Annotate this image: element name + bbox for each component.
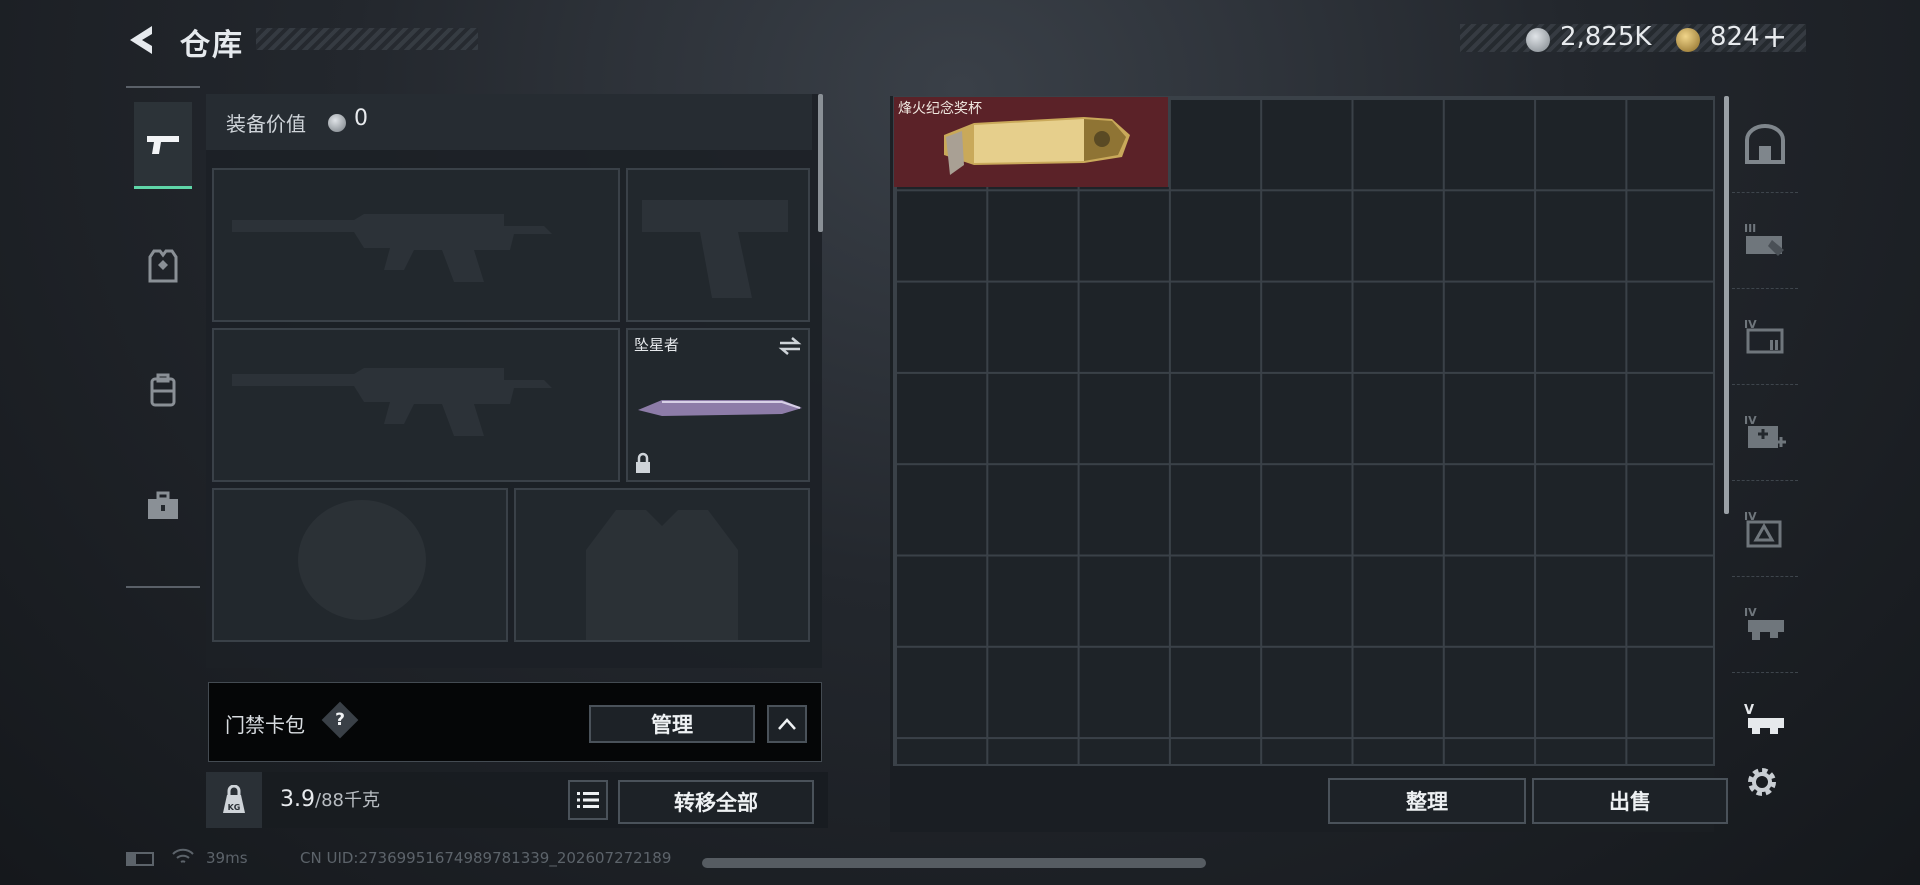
wifi-icon <box>172 848 194 863</box>
sort-button[interactable]: 整理 <box>1328 778 1526 824</box>
weight-current: 3.9 <box>280 787 315 812</box>
equipment-value-bar: 装备价值 0 <box>206 94 812 150</box>
settings-button[interactable] <box>1744 764 1780 804</box>
container-tab-tier-iv-gear[interactable]: IV <box>1732 480 1798 577</box>
home-indicator[interactable] <box>702 858 1206 868</box>
tab-weapons[interactable] <box>134 102 192 189</box>
list-view-button[interactable] <box>568 780 608 820</box>
gold-coin-icon <box>1676 28 1700 52</box>
pistol-silhouette-icon <box>642 200 788 298</box>
add-currency-button[interactable]: + <box>1762 20 1787 55</box>
melee-slot[interactable]: 坠星者 <box>626 328 810 482</box>
silver-coin-icon <box>1526 28 1550 52</box>
storage-grid[interactable] <box>893 96 1715 766</box>
equipment-scrollbar[interactable] <box>818 94 823 232</box>
page-title: 仓库 <box>180 28 244 63</box>
tier-iv-rifle-case-icon: IV <box>1744 606 1784 640</box>
body-armor-slot[interactable] <box>514 488 810 642</box>
battery-icon <box>126 852 154 866</box>
tab-backpack[interactable] <box>134 348 192 432</box>
silver-coin-icon <box>328 114 346 132</box>
tier-v-rifle-case-icon: V <box>1744 703 1784 734</box>
backpack-icon <box>150 373 176 407</box>
equipment-value: 0 <box>354 106 368 131</box>
chevron-up-icon <box>778 718 796 730</box>
armor-silhouette-icon <box>586 510 738 640</box>
storage-scrollbar[interactable] <box>1724 96 1729 514</box>
tier-iv-gear-case-icon: IV <box>1744 510 1782 548</box>
weight-icon-label: KG <box>228 803 241 812</box>
tier-label: IV <box>1744 414 1757 427</box>
weight-readout: 3.9/88千克 <box>280 786 380 812</box>
list-icon <box>577 792 599 808</box>
primary-weapon-slot[interactable] <box>212 168 620 322</box>
helmet-silhouette-icon <box>298 500 426 620</box>
rifle-silhouette-icon <box>232 214 552 282</box>
title-decoration <box>256 28 478 50</box>
kettlebell-icon: KG <box>223 785 245 813</box>
weight-max: /88千克 <box>315 790 380 811</box>
tier-iv-ammo-box-icon: IV <box>1744 318 1784 354</box>
tab-tools[interactable] <box>134 464 192 548</box>
secondary-weapon-slot[interactable] <box>212 328 620 482</box>
keycard-pack-bar: 门禁卡包 ? 管理 <box>208 682 822 762</box>
back-button[interactable] <box>122 22 162 58</box>
expand-button[interactable] <box>767 705 807 743</box>
category-tabs <box>126 86 200 588</box>
toolbox-icon <box>148 491 178 519</box>
container-tab-tier-iii[interactable]: III <box>1732 192 1798 289</box>
back-arrow-icon <box>130 26 152 54</box>
keycard-pack-label: 门禁卡包 <box>225 713 305 737</box>
container-tab-tier-v-rifle[interactable]: V <box>1732 672 1798 768</box>
container-tab-safe-box[interactable] <box>1732 96 1798 193</box>
swap-icon[interactable] <box>776 334 804 358</box>
helmet-slot[interactable] <box>212 488 508 642</box>
storage-item-name: 烽火纪念奖杯 <box>898 101 982 117</box>
silver-currency-value: 2,825K <box>1560 22 1652 52</box>
knife-image <box>638 400 802 416</box>
lock-icon <box>636 452 650 473</box>
weight-icon: KG <box>206 772 262 828</box>
tier-label: III <box>1744 222 1756 235</box>
tier-iii-gun-case-icon: III <box>1744 222 1784 256</box>
manage-button[interactable]: 管理 <box>589 705 755 743</box>
uid-text: CN UID:2736995167498978133​9_20260727218… <box>300 849 672 867</box>
vest-icon <box>148 249 178 283</box>
ping-text: 39ms <box>206 849 248 867</box>
sell-button[interactable]: 出售 <box>1532 778 1728 824</box>
rifle-silhouette-icon <box>232 368 552 436</box>
melee-name: 坠星者 <box>634 336 680 354</box>
tier-iv-medkit-icon: IV <box>1744 414 1786 448</box>
container-tabs: III IV IV IV IV V <box>1732 96 1798 736</box>
container-tab-tier-iv-medkit[interactable]: IV <box>1732 384 1798 481</box>
sidearm-slot[interactable] <box>626 168 810 322</box>
container-tab-tier-iv-ammo[interactable]: IV <box>1732 288 1798 385</box>
tier-label: IV <box>1744 606 1757 619</box>
tab-armor[interactable] <box>134 224 192 308</box>
container-tab-tier-iv-rifle[interactable]: IV <box>1732 576 1798 673</box>
safe-box-icon <box>1745 124 1785 164</box>
help-icon[interactable]: ? <box>327 707 353 733</box>
pistol-icon <box>147 136 179 154</box>
gear-icon <box>1748 768 1776 796</box>
tier-label: V <box>1744 703 1754 718</box>
gold-currency-value: 824 <box>1710 22 1760 52</box>
equipment-value-label: 装备价值 <box>226 112 306 136</box>
transfer-all-button[interactable]: 转移全部 <box>618 780 814 824</box>
